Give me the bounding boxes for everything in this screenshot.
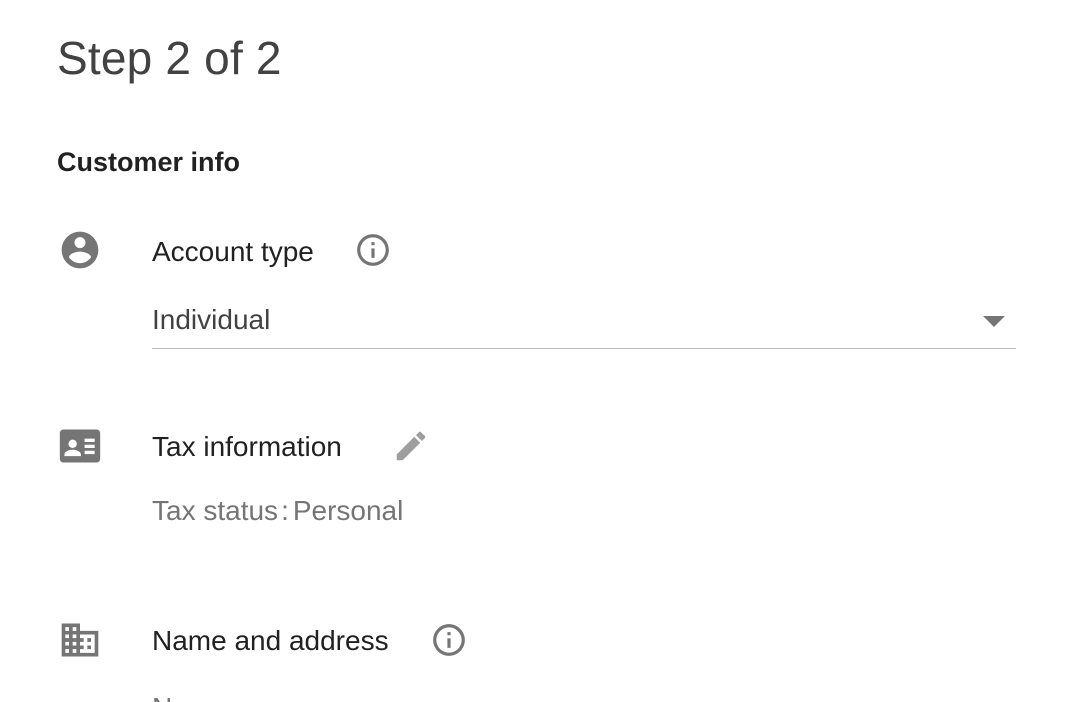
account-type-info-icon[interactable] (354, 231, 392, 269)
customer-info-form: Step 2 of 2 Customer info Account type I… (0, 0, 1065, 702)
name-and-address-info-icon[interactable] (430, 621, 468, 659)
account-type-select[interactable]: Individual (152, 296, 1016, 349)
section-title: Customer info (57, 147, 241, 177)
tax-status-separator: : (281, 495, 289, 526)
contact-card-icon (58, 424, 102, 468)
pencil-icon[interactable] (392, 427, 430, 465)
tax-status-text: Tax status: Personal (152, 493, 403, 529)
account-type-selected-value: Individual (152, 304, 271, 335)
name-and-address-partial-text: N (152, 690, 172, 702)
arrow-drop-down-icon (983, 316, 1005, 327)
step-title: Step 2 of 2 (57, 32, 282, 84)
account-circle-icon (58, 228, 102, 272)
name-and-address-label: Name and address (152, 625, 389, 656)
business-building-icon (58, 618, 102, 662)
account-type-label: Account type (152, 236, 314, 267)
tax-status-label: Tax status (152, 495, 279, 526)
tax-status-value: Personal (292, 495, 404, 526)
tax-information-label: Tax information (152, 431, 342, 462)
